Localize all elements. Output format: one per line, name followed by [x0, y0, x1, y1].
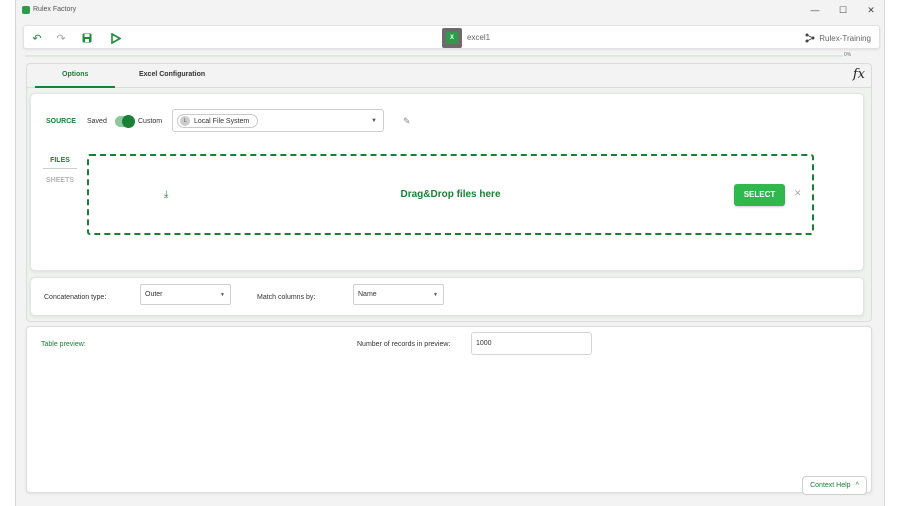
close-icon[interactable]: ✕	[794, 188, 802, 199]
source-card: SOURCE Saved Custom L Local File System …	[30, 93, 864, 271]
run-icon[interactable]	[108, 31, 122, 45]
side-tab-files[interactable]: FILES	[43, 157, 77, 169]
side-tab-sheets[interactable]: SHEETS	[43, 177, 77, 184]
tab-options[interactable]: Options	[62, 71, 88, 78]
source-chip-label: Local File System	[194, 117, 250, 125]
document-name: excel1	[467, 33, 491, 42]
title-bar: Rulex Factory — ☐ ✕	[16, 0, 886, 20]
app-logo-icon	[22, 6, 30, 14]
workspace-selector[interactable]: Rulex-Training	[805, 33, 871, 43]
save-icon[interactable]	[80, 31, 94, 45]
select-files-button[interactable]: SELECT	[734, 184, 785, 206]
chevron-down-icon: ▼	[433, 292, 438, 298]
chevron-down-icon: ▼	[220, 292, 225, 298]
progress-bar	[25, 55, 843, 57]
dropzone-text: Drag&Drop files here	[400, 189, 501, 200]
match-columns-value: Name	[358, 291, 377, 298]
tab-bar: Options Excel Configuration fx	[27, 64, 871, 88]
concatenation-type-label: Concatenation type:	[44, 294, 107, 301]
concatenation-card: Concatenation type: Outer ▼ Match column…	[30, 277, 864, 316]
tab-excel-configuration[interactable]: Excel Configuration	[139, 71, 205, 78]
fx-icon[interactable]: fx	[853, 67, 865, 82]
chevron-up-icon: ^	[855, 482, 859, 489]
file-dropzone[interactable]: ⤓ Drag&Drop files here SELECT ✕	[87, 154, 814, 235]
saved-custom-toggle[interactable]	[115, 115, 135, 128]
close-window-icon[interactable]: ✕	[864, 3, 878, 17]
edit-pencil-icon[interactable]: ✎	[403, 116, 411, 127]
toggle-knob	[122, 115, 135, 128]
chevron-down-icon: ▼	[371, 118, 377, 124]
records-in-preview-input[interactable]	[471, 332, 592, 355]
window-controls: — ☐ ✕	[808, 3, 878, 17]
records-in-preview-label: Number of records in preview:	[357, 341, 451, 348]
source-label: SOURCE	[46, 118, 76, 125]
source-chip: L Local File System	[177, 114, 259, 128]
active-tab-indicator	[35, 86, 115, 88]
source-select[interactable]: L Local File System ▼	[172, 109, 384, 132]
undo-icon[interactable]: ↶	[30, 31, 44, 45]
table-preview-title: Table preview:	[41, 341, 86, 348]
network-icon	[805, 33, 815, 43]
context-help-button[interactable]: Context Help ^	[802, 476, 867, 495]
context-help-label: Context Help	[810, 482, 851, 489]
app-window: Rulex Factory — ☐ ✕ ↶ ↷ X excel1 Rulex-T…	[15, 0, 885, 506]
redo-icon[interactable]: ↷	[54, 31, 68, 45]
match-columns-select[interactable]: Name ▼	[353, 284, 444, 305]
options-panel: Options Excel Configuration fx SOURCE Sa…	[26, 63, 872, 322]
table-preview-panel: Table preview: Number of records in prev…	[26, 326, 872, 493]
saved-label: Saved	[87, 118, 107, 125]
excel-task-icon: X	[442, 28, 462, 48]
custom-label: Custom	[138, 118, 163, 125]
match-columns-label: Match columns by:	[257, 294, 316, 301]
minimize-icon[interactable]: —	[808, 3, 822, 17]
progress-label: 0%	[844, 52, 852, 58]
workspace-name: Rulex-Training	[819, 33, 871, 43]
concatenation-type-select[interactable]: Outer ▼	[140, 284, 231, 305]
concatenation-type-value: Outer	[145, 291, 163, 298]
local-source-icon: L	[180, 116, 190, 126]
maximize-icon[interactable]: ☐	[836, 3, 850, 17]
main-toolbar: ↶ ↷ X excel1 Rulex-Training	[23, 25, 880, 49]
window-title: Rulex Factory	[33, 6, 77, 13]
